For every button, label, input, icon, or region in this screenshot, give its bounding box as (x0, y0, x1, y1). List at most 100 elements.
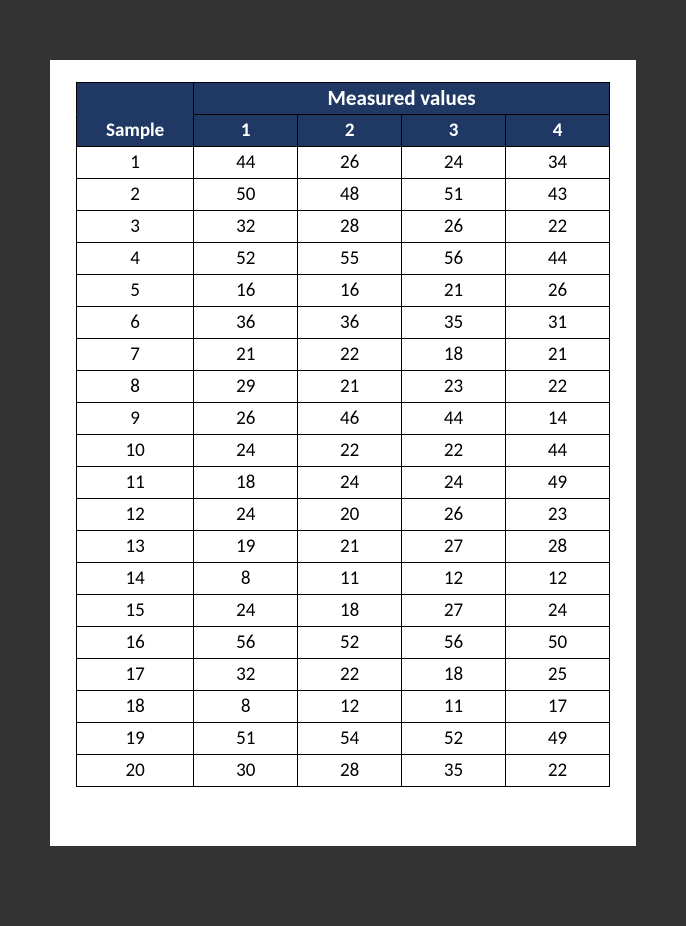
cell-value: 56 (402, 627, 506, 659)
cell-value: 24 (402, 147, 506, 179)
cell-value: 16 (194, 275, 298, 307)
cell-value: 21 (506, 339, 610, 371)
cell-value: 20 (298, 499, 402, 531)
cell-sample: 16 (77, 627, 194, 659)
header-col-4: 4 (506, 115, 610, 147)
table-row: 1951545249 (77, 723, 610, 755)
cell-sample: 3 (77, 211, 194, 243)
cell-value: 26 (506, 275, 610, 307)
cell-sample: 7 (77, 339, 194, 371)
cell-value: 27 (402, 595, 506, 627)
cell-value: 50 (194, 179, 298, 211)
cell-sample: 13 (77, 531, 194, 563)
table-row: 332282622 (77, 211, 610, 243)
cell-value: 26 (194, 403, 298, 435)
cell-value: 52 (298, 627, 402, 659)
cell-value: 21 (298, 531, 402, 563)
cell-value: 11 (402, 691, 506, 723)
cell-sample: 19 (77, 723, 194, 755)
cell-value: 14 (506, 403, 610, 435)
cell-value: 16 (298, 275, 402, 307)
table-row: 1524182724 (77, 595, 610, 627)
cell-sample: 4 (77, 243, 194, 275)
cell-value: 35 (402, 755, 506, 787)
table-row: 188121117 (77, 691, 610, 723)
cell-value: 36 (298, 307, 402, 339)
cell-value: 31 (506, 307, 610, 339)
cell-sample: 15 (77, 595, 194, 627)
cell-value: 25 (506, 659, 610, 691)
cell-value: 24 (194, 435, 298, 467)
table-row: 1224202623 (77, 499, 610, 531)
table-row: 1118242449 (77, 467, 610, 499)
cell-value: 22 (402, 435, 506, 467)
cell-value: 36 (194, 307, 298, 339)
table-row: 1732221825 (77, 659, 610, 691)
table-row: 144262434 (77, 147, 610, 179)
cell-sample: 14 (77, 563, 194, 595)
header-col-1: 1 (194, 115, 298, 147)
cell-value: 24 (194, 499, 298, 531)
cell-sample: 5 (77, 275, 194, 307)
cell-value: 48 (298, 179, 402, 211)
cell-value: 18 (402, 339, 506, 371)
cell-value: 28 (298, 211, 402, 243)
cell-value: 55 (298, 243, 402, 275)
cell-sample: 6 (77, 307, 194, 339)
cell-value: 22 (506, 211, 610, 243)
cell-value: 11 (298, 563, 402, 595)
table-row: 829212322 (77, 371, 610, 403)
table-body: 1442624342504851433322826224525556445161… (77, 147, 610, 787)
header-col-3: 3 (402, 115, 506, 147)
cell-value: 26 (298, 147, 402, 179)
cell-value: 51 (402, 179, 506, 211)
cell-value: 56 (194, 627, 298, 659)
cell-value: 54 (298, 723, 402, 755)
cell-value: 24 (402, 467, 506, 499)
cell-value: 23 (506, 499, 610, 531)
cell-value: 30 (194, 755, 298, 787)
cell-value: 21 (194, 339, 298, 371)
cell-value: 44 (506, 435, 610, 467)
header-row-2: Sample 1 2 3 4 (77, 115, 610, 147)
table-row: 636363531 (77, 307, 610, 339)
cell-value: 49 (506, 723, 610, 755)
table-row: 516162126 (77, 275, 610, 307)
cell-value: 24 (194, 595, 298, 627)
cell-sample: 12 (77, 499, 194, 531)
cell-value: 43 (506, 179, 610, 211)
cell-value: 34 (506, 147, 610, 179)
table-row: 148111212 (77, 563, 610, 595)
cell-value: 22 (506, 755, 610, 787)
header-sample: Sample (77, 115, 194, 147)
cell-value: 18 (402, 659, 506, 691)
cell-value: 23 (402, 371, 506, 403)
cell-value: 19 (194, 531, 298, 563)
cell-value: 28 (298, 755, 402, 787)
cell-value: 12 (402, 563, 506, 595)
cell-sample: 18 (77, 691, 194, 723)
cell-value: 12 (506, 563, 610, 595)
header-row-1: Measured values (77, 83, 610, 115)
header-title: Measured values (194, 83, 610, 115)
cell-value: 21 (298, 371, 402, 403)
cell-value: 51 (194, 723, 298, 755)
table-row: 1024222244 (77, 435, 610, 467)
cell-value: 44 (194, 147, 298, 179)
cell-value: 46 (298, 403, 402, 435)
header-blank (77, 83, 194, 115)
cell-value: 35 (402, 307, 506, 339)
cell-value: 8 (194, 563, 298, 595)
cell-value: 26 (402, 211, 506, 243)
cell-sample: 8 (77, 371, 194, 403)
cell-sample: 20 (77, 755, 194, 787)
cell-value: 26 (402, 499, 506, 531)
cell-value: 22 (298, 435, 402, 467)
cell-value: 32 (194, 659, 298, 691)
table-row: 2030283522 (77, 755, 610, 787)
cell-value: 24 (298, 467, 402, 499)
table-row: 452555644 (77, 243, 610, 275)
cell-value: 22 (506, 371, 610, 403)
table-row: 250485143 (77, 179, 610, 211)
cell-value: 27 (402, 531, 506, 563)
